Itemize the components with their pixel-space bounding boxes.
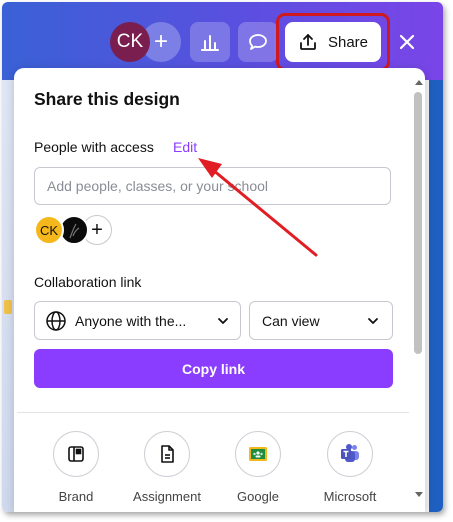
globe-icon (46, 310, 66, 331)
chevron-down-icon (368, 317, 378, 324)
share-option-label: Microsoft (323, 489, 377, 504)
close-icon (399, 34, 415, 50)
permission-value: Can view (262, 312, 320, 329)
copy-link-button[interactable]: Copy link (34, 349, 393, 388)
panel-title: Share this design (34, 89, 180, 109)
share-option-brand[interactable]: Brand (31, 431, 121, 504)
edit-access-link[interactable]: Edit (173, 139, 197, 155)
plus-icon: + (91, 218, 103, 241)
share-option-label: Brand (58, 489, 94, 504)
link-access-select[interactable]: Anyone with the... (34, 301, 241, 340)
collaborator-avatar[interactable]: CK (34, 215, 64, 245)
bar-chart-icon (201, 35, 219, 51)
panel-scrollbar-thumb[interactable] (414, 92, 422, 354)
scroll-down-arrow-icon[interactable] (415, 492, 423, 497)
photo-avatar-icon (69, 223, 80, 239)
share-option-google[interactable]: Google (213, 431, 303, 504)
add-people-input[interactable]: Add people, classes, or your school (34, 167, 391, 205)
share-option-label: Google (237, 489, 279, 504)
speech-bubble-icon (249, 34, 267, 50)
chevron-down-icon (218, 317, 228, 324)
google-classroom-icon (249, 447, 267, 461)
share-option-assignment[interactable]: Assignment (122, 431, 212, 504)
share-option-circle (144, 431, 190, 477)
background-canvas-right (429, 80, 443, 512)
scroll-up-arrow-icon[interactable] (415, 80, 423, 85)
section-divider (17, 412, 409, 413)
share-option-label: Assignment (133, 489, 201, 504)
share-option-circle (53, 431, 99, 477)
link-access-value: Anyone with the... (75, 312, 187, 329)
background-marker (4, 300, 12, 314)
share-option-microsoft[interactable]: Microsoft (305, 431, 395, 504)
user-avatar[interactable]: CK (110, 22, 150, 62)
plus-icon: + (153, 28, 168, 55)
share-panel: Share this design People with access Edi… (14, 68, 425, 512)
app-window: + CK Share Share this design People with… (2, 2, 443, 512)
close-button[interactable] (395, 30, 419, 54)
microsoft-teams-icon (341, 444, 359, 462)
background-canvas-left (2, 80, 14, 512)
share-option-circle (235, 431, 281, 477)
comments-button[interactable] (238, 22, 278, 62)
people-with-access-label: People with access (34, 139, 154, 155)
assignment-icon (161, 445, 174, 463)
share-button-highlight (276, 13, 390, 71)
permission-select[interactable]: Can view (249, 301, 393, 340)
panel-scrollbar[interactable] (413, 76, 425, 504)
collaboration-link-label: Collaboration link (34, 274, 142, 290)
share-option-circle (327, 431, 373, 477)
insights-button[interactable] (190, 22, 230, 62)
brand-template-icon (68, 446, 84, 462)
